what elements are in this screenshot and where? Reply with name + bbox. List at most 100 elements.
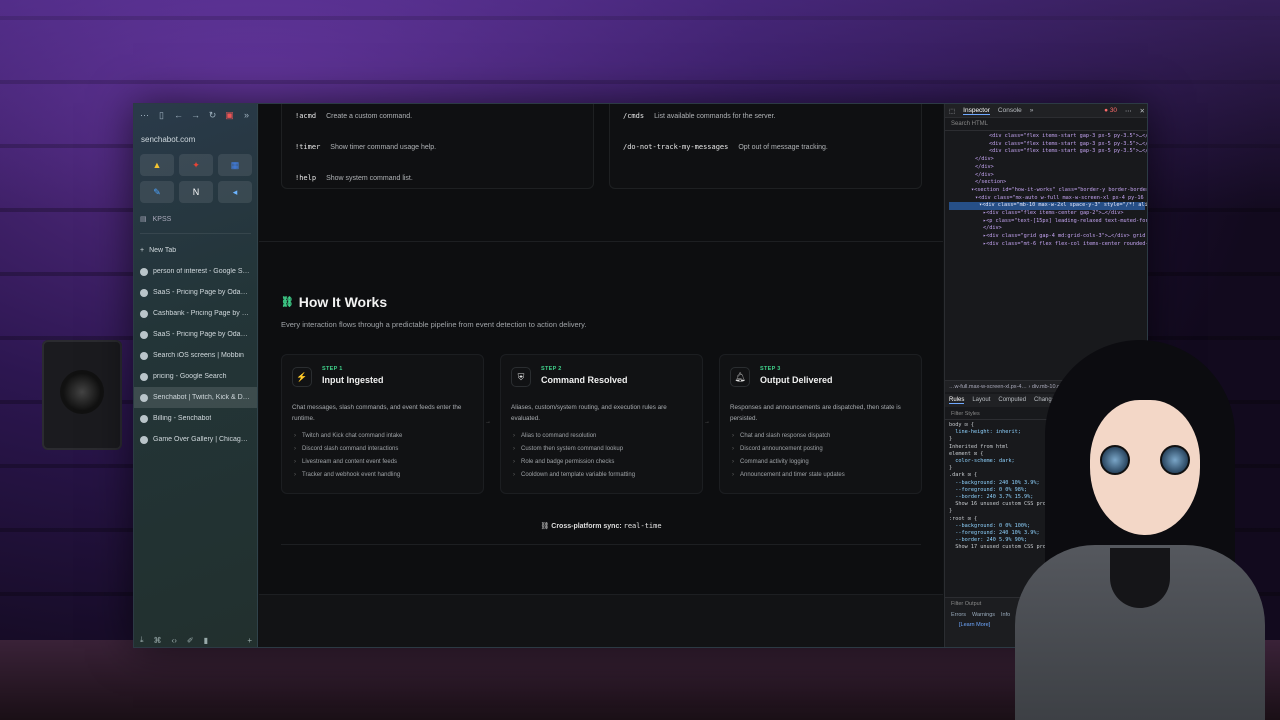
browser-sidebar: ⋯ ▯ ← → ↻ ▣ » senchabot.com ▲ ✦ ▦ ✎ N ◂ …: [134, 104, 258, 647]
list-item: Custom then system command lookup: [513, 446, 635, 459]
pinned-tab-bird[interactable]: ◂: [218, 181, 252, 203]
add-icon[interactable]: +: [247, 636, 252, 645]
step-card: 🔔︎ STEP 3 Output Delivered Responses and an…: [719, 354, 922, 494]
lightning-icon: ⚡: [292, 367, 312, 387]
gamepad-icon[interactable]: ⌘: [154, 636, 162, 645]
list-item: Role and badge permission checks: [513, 459, 635, 472]
devtools-tabs: ⬚ Inspector Console » ● 30 ⋯ ✕: [945, 104, 1147, 118]
dom-node[interactable]: </div>: [949, 156, 1145, 164]
command-description: Create a custom command.: [326, 112, 413, 120]
sidebar-tab[interactable]: SaaS - Pricing Page by Odama on Dribbble: [134, 282, 257, 303]
arrow-icon: →: [485, 419, 491, 425]
pinned-tab-photos[interactable]: ✦: [179, 154, 213, 176]
sidebar-tab[interactable]: pricing - Google Search: [134, 366, 257, 387]
dom-node[interactable]: ▾<div class="mb-10 max-w-2xl space-y-3" …: [949, 202, 1147, 211]
sidebar-tab-label: SaaS - Pricing Page by Odama on Dribbble: [153, 289, 251, 296]
error-count-value: 30: [1109, 107, 1118, 114]
step-list: Twitch and Kick chat command intakeDisco…: [294, 433, 402, 485]
console-filter-errors[interactable]: Errors: [951, 612, 966, 618]
new-tab-button[interactable]: + New Tab: [134, 240, 257, 261]
forward-icon[interactable]: →: [191, 110, 200, 120]
step-label: STEP 3: [760, 366, 781, 372]
more-tabs-icon[interactable]: »: [1030, 107, 1034, 114]
book-icon[interactable]: ▮: [204, 636, 208, 645]
tab-inspector[interactable]: Inspector: [963, 107, 990, 115]
dom-node[interactable]: <div class="flex items-start gap-3 px-5 …: [949, 133, 1147, 141]
avatar-shirt: [1110, 548, 1170, 608]
dom-node[interactable]: <div class="flex items-start gap-3 px-5 …: [949, 148, 1147, 156]
list-item: Command activity logging: [732, 459, 845, 472]
pinned-tab-notion[interactable]: N: [179, 181, 213, 203]
dom-node[interactable]: ▸<div class="flex items-center gap-2">…<…: [949, 210, 1145, 218]
folder-label: KPSS: [152, 215, 172, 223]
list-item: Twitch and Kick chat command intake: [294, 433, 402, 446]
tab-console[interactable]: Console: [998, 107, 1022, 114]
sidebar-tab[interactable]: person of interest - Google Search: [134, 261, 257, 282]
list-item: Tracker and webhook event handling: [294, 472, 402, 485]
sidebar-divider: [140, 233, 251, 234]
dom-node[interactable]: ▸<p class="text-[15px] leading-relaxed t…: [949, 218, 1147, 226]
pinned-tab-app[interactable]: ✎: [140, 181, 174, 203]
dom-node[interactable]: ▸<div class="mt-6 flex flex-col items-ce…: [949, 241, 1147, 249]
options-icon[interactable]: ⋯: [1125, 107, 1132, 115]
sidebar-tab[interactable]: SaaS - Pricing Page by Odama on Dribbble: [134, 324, 257, 345]
html-search-input[interactable]: Search HTML: [945, 118, 1147, 131]
sidebar-folder[interactable]: ▤ KPSS: [140, 215, 251, 224]
pinned-tab-calendar[interactable]: ▦: [218, 154, 252, 176]
console-filter-warnings[interactable]: Warnings: [972, 612, 995, 618]
step-label: STEP 2: [541, 366, 562, 372]
url-bar[interactable]: senchabot.com: [138, 132, 253, 148]
sidebar-tab-label: Billing - Senchabot: [153, 415, 212, 422]
download-icon[interactable]: ⤓: [140, 635, 144, 645]
command-name: !timer: [295, 143, 321, 151]
close-icon[interactable]: ✕: [1140, 107, 1145, 115]
feather-icon: ✎: [153, 186, 161, 197]
sidebar-tab[interactable]: Game Over Gallery | Chicago Framing: [134, 429, 257, 450]
pinned-tab-drive[interactable]: ▲: [140, 154, 174, 176]
sidebar-tab[interactable]: Senchabot | Twitch, Kick & Discord Bot: [134, 387, 257, 408]
reload-icon[interactable]: ↻: [208, 110, 217, 121]
command-row: !timer Show timer command usage help.: [295, 143, 436, 151]
code-icon[interactable]: ‹›: [172, 636, 177, 645]
sidebar-tab[interactable]: Search iOS screens | Mobbin: [134, 345, 257, 366]
sidebar-toolbar: ⋯ ▯ ← → ↻ ▣ »: [134, 104, 257, 126]
sidebar-tab[interactable]: Billing - Senchabot: [134, 408, 257, 429]
section-divider: [281, 544, 921, 545]
dom-node[interactable]: <div class="flex items-start gap-3 px-5 …: [949, 141, 1147, 149]
sidebar-toggle-icon[interactable]: ▯: [157, 110, 166, 121]
next-section: [259, 594, 943, 647]
dom-node[interactable]: </div>: [949, 164, 1145, 172]
drive-icon: ▲: [152, 160, 162, 170]
dom-node[interactable]: ▾<section id="how-it-works" class="borde…: [949, 187, 1147, 195]
sidebar-tab-label: Senchabot | Twitch, Kick & Discord Bot: [153, 394, 251, 401]
how-it-works-heading: ⛓ How It Works: [281, 294, 387, 310]
sidebar-tab-label: Cashbank - Pricing Page by Dipa Inhouse: [153, 310, 251, 317]
dom-node[interactable]: ▾<div class="mx-auto w-full max-w-screen…: [949, 195, 1147, 203]
sidebar-tab[interactable]: Cashbank - Pricing Page by Dipa Inhouse: [134, 303, 257, 324]
error-count[interactable]: ● 30: [1104, 107, 1117, 114]
dom-node[interactable]: </div>: [949, 172, 1145, 180]
how-it-works-title: How It Works: [298, 294, 388, 310]
favicon-icon: [140, 414, 148, 423]
dom-tree[interactable]: <div class="flex items-start gap-3 px-5 …: [945, 131, 1147, 251]
expand-icon[interactable]: »: [242, 110, 251, 120]
command-description: Show system command list.: [326, 174, 413, 182]
menu-dots-icon[interactable]: ⋯: [140, 110, 149, 121]
list-item: Cooldown and template variable formattin…: [513, 472, 635, 485]
tab-layout[interactable]: Layout: [972, 397, 990, 404]
favicon-icon: [140, 372, 148, 381]
bird-icon: ◂: [232, 186, 238, 197]
dom-node[interactable]: </div>: [949, 225, 1145, 233]
pick-element-icon[interactable]: ⬚: [949, 107, 955, 115]
brush-icon[interactable]: ✐: [187, 636, 194, 645]
back-icon[interactable]: ←: [174, 110, 183, 120]
vtuber-avatar: [1005, 340, 1275, 720]
step-description: Aliases, custom/system routing, and exec…: [511, 404, 667, 422]
tab-rules[interactable]: Rules: [949, 397, 965, 404]
command-name: /cmds: [623, 112, 645, 120]
extension-icon[interactable]: ▣: [225, 110, 234, 121]
dom-node[interactable]: </section>: [949, 179, 1145, 187]
dom-node[interactable]: ▸<div class="grid gap-4 md:grid-cols-3">…: [949, 233, 1145, 241]
command-name: !help: [295, 174, 317, 182]
sidebar-tab-label: Game Over Gallery | Chicago Framing: [153, 436, 251, 443]
